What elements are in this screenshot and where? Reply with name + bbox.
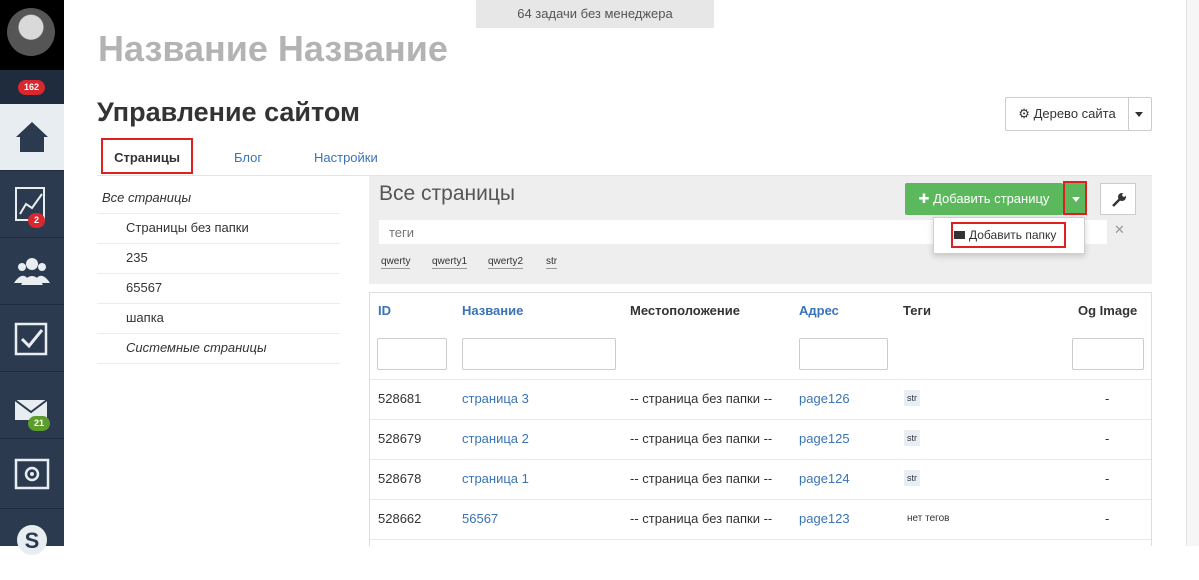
row-name-link[interactable]: страница 3 xyxy=(462,391,529,406)
site-tree-button[interactable]: ⚙ Дерево сайта xyxy=(1005,97,1152,131)
sidebar-item-safe[interactable] xyxy=(0,442,64,509)
row-name-link[interactable]: 56567 xyxy=(462,511,498,526)
settings-button[interactable] xyxy=(1100,183,1136,215)
sidebar-item-mail[interactable]: 21 xyxy=(0,372,64,439)
column-header-name[interactable]: Название xyxy=(462,303,523,318)
folder-item[interactable]: шапка xyxy=(97,304,340,334)
unassigned-tasks-notice[interactable]: 64 задачи без менеджера xyxy=(476,0,714,28)
chevron-down-icon xyxy=(1072,197,1080,202)
org-title: Название Название xyxy=(98,28,448,69)
column-header-location: Местоположение xyxy=(630,303,740,318)
chevron-down-icon[interactable] xyxy=(1135,112,1143,117)
tab-settings[interactable]: Настройки xyxy=(314,143,378,173)
row-og-image: - xyxy=(1105,431,1110,446)
wrench-icon xyxy=(1112,193,1126,207)
tag-chip[interactable]: str xyxy=(546,256,558,269)
row-location: -- страница без папки -- xyxy=(630,471,773,486)
row-address-link[interactable]: page126 xyxy=(799,391,850,406)
row-id: 528681 xyxy=(378,391,422,406)
add-dropdown-menu: Добавить папку xyxy=(933,217,1085,254)
panel-title: Все страницы xyxy=(379,182,515,205)
folder-icon xyxy=(954,231,965,239)
row-og-image: - xyxy=(1105,511,1110,526)
row-location: -- страница без папки -- xyxy=(630,391,773,406)
row-tag[interactable]: str xyxy=(904,390,920,406)
row-address-link[interactable]: page125 xyxy=(799,431,850,446)
svg-text:S: S xyxy=(25,528,40,553)
tag-chip[interactable]: qwerty xyxy=(381,256,411,269)
table-row xyxy=(370,539,1151,580)
safe-icon xyxy=(14,458,50,490)
avatar[interactable] xyxy=(7,8,55,56)
tag-chip[interactable]: qwerty2 xyxy=(488,256,524,269)
row-location: -- страница без папки -- xyxy=(630,511,773,526)
row-og-image: - xyxy=(1105,391,1110,406)
add-page-label: Добавить страницу xyxy=(933,191,1050,206)
sidebar: 162 2 21 S xyxy=(0,0,64,555)
row-address-link[interactable]: page124 xyxy=(799,471,850,486)
site-tree-label: Дерево сайта xyxy=(1033,106,1116,121)
sitemap-icon: ⚙ xyxy=(1018,106,1034,121)
close-icon[interactable]: ✕ xyxy=(1114,222,1125,238)
table-row: 528662 56567 -- страница без папки -- pa… xyxy=(370,499,1151,540)
folder-system-pages[interactable]: Системные страницы xyxy=(97,334,340,364)
folder-all-pages[interactable]: Все страницы xyxy=(97,184,340,214)
add-folder-menu-item[interactable]: Добавить папку xyxy=(951,222,1066,248)
tab-pages[interactable]: Страницы xyxy=(101,138,193,174)
sidebar-item-analytics[interactable]: 2 xyxy=(0,171,64,238)
page-title: Управление сайтом xyxy=(97,97,360,127)
add-folder-label: Добавить папку xyxy=(969,228,1057,242)
column-header-tags: Теги xyxy=(903,303,931,318)
folder-item[interactable]: Страницы без папки xyxy=(97,214,340,244)
id-filter-input[interactable] xyxy=(377,338,447,370)
site-tree-main[interactable]: ⚙ Дерево сайта xyxy=(1006,98,1129,130)
row-id: 528678 xyxy=(378,471,422,486)
table-row: 528681 страница 3 -- страница без папки … xyxy=(370,379,1151,420)
folder-item[interactable]: 235 xyxy=(97,244,340,274)
row-no-tags: нет тегов xyxy=(907,513,950,524)
scrollbar[interactable] xyxy=(1186,0,1199,546)
row-name-link[interactable]: страница 2 xyxy=(462,431,529,446)
plus-icon: ✚ xyxy=(918,191,934,206)
mail-badge: 21 xyxy=(28,416,51,431)
row-id: 528662 xyxy=(378,511,422,526)
avatar-area xyxy=(0,0,64,70)
row-tag[interactable]: str xyxy=(904,470,920,486)
folder-item[interactable]: 65567 xyxy=(97,274,340,304)
users-icon xyxy=(14,258,50,285)
folder-list: Все страницы Страницы без папки 235 6556… xyxy=(97,184,340,364)
tasks-icon xyxy=(14,322,48,356)
og-image-filter-input[interactable] xyxy=(1072,338,1144,370)
table-row: 528678 страница 1 -- страница без папки … xyxy=(370,459,1151,500)
pages-table: ID Название Местоположение Адрес Теги Og… xyxy=(369,292,1152,546)
analytics-badge: 2 xyxy=(28,213,46,228)
sidebar-item-home[interactable] xyxy=(0,104,64,171)
address-filter-input[interactable] xyxy=(799,338,888,370)
row-tag[interactable]: str xyxy=(904,430,920,446)
table-row: 528679 страница 2 -- страница без папки … xyxy=(370,419,1151,460)
column-header-og-image: Og Image xyxy=(1078,303,1138,318)
home-icon xyxy=(16,122,48,152)
tab-blog[interactable]: Блог xyxy=(234,143,262,173)
row-id: 528679 xyxy=(378,431,422,446)
add-page-button[interactable]: ✚ Добавить страницу xyxy=(905,183,1063,215)
row-address-link[interactable]: page123 xyxy=(799,511,850,526)
column-header-id[interactable]: ID xyxy=(378,303,391,318)
row-og-image: - xyxy=(1105,471,1110,486)
sidebar-item-skype[interactable]: S xyxy=(0,512,64,555)
notifications-badge: 162 xyxy=(18,80,46,95)
row-location: -- страница без папки -- xyxy=(630,431,773,446)
row-name-link[interactable]: страница 1 xyxy=(462,471,529,486)
skype-icon: S xyxy=(17,525,47,555)
add-page-dropdown-toggle[interactable] xyxy=(1063,181,1087,215)
column-header-address[interactable]: Адрес xyxy=(799,303,839,318)
name-filter-input[interactable] xyxy=(462,338,616,370)
notifications-row[interactable]: 162 xyxy=(0,70,64,104)
tag-chip[interactable]: qwerty1 xyxy=(432,256,468,269)
sidebar-item-users[interactable] xyxy=(0,238,64,305)
sidebar-item-tasks[interactable] xyxy=(0,305,64,372)
